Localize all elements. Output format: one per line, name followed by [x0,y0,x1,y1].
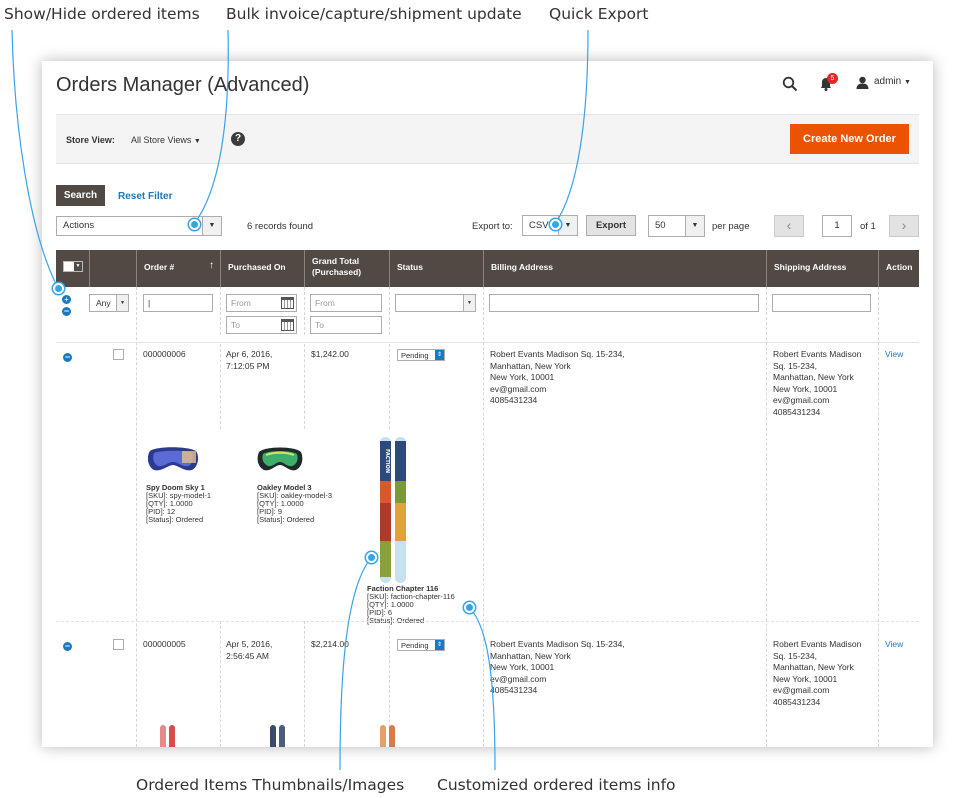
callout-marker [464,602,475,613]
callout-marker [550,219,561,230]
callout-lines [11,29,589,771]
callout-marker [366,552,377,563]
callout-marker [189,219,200,230]
callout-marker [53,283,64,294]
